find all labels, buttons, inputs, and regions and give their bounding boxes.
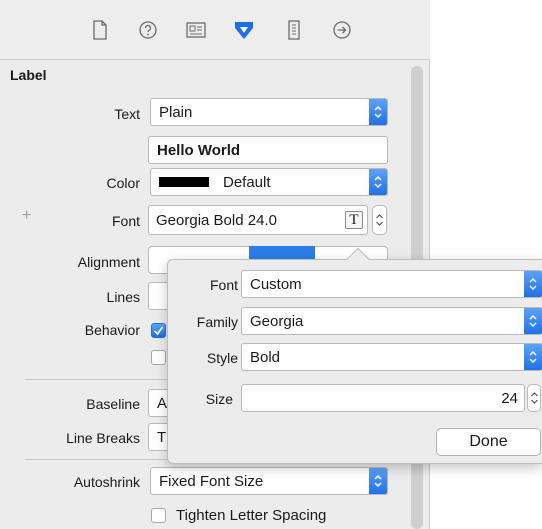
color-swatch: [159, 177, 209, 187]
connections-icon[interactable]: [330, 18, 354, 42]
autoshrink-value: Fixed Font Size: [159, 472, 264, 490]
popover-size-field[interactable]: 24: [241, 384, 525, 412]
attributes-icon[interactable]: [232, 18, 256, 42]
popup-chevron-icon: [369, 99, 387, 125]
popover-style-value: Bold: [250, 348, 281, 366]
alignment-label: Alignment: [77, 254, 140, 270]
baseline-label: Baseline: [86, 396, 140, 412]
tighten-letter-spacing-checkbox[interactable]: [151, 508, 166, 523]
font-value: Georgia Bold 24.0: [156, 211, 277, 229]
popover-style-label: Style: [206, 350, 238, 366]
done-button[interactable]: Done: [436, 428, 541, 456]
behavior-label: Behavior: [84, 322, 140, 338]
text-label: Text: [114, 106, 140, 122]
popover-size-stepper[interactable]: [527, 384, 541, 412]
text-content-field[interactable]: Hello World: [148, 136, 388, 164]
popover-family-value: Georgia: [250, 312, 304, 330]
popover-size-label: Size: [205, 391, 233, 407]
highlighted-checkbox[interactable]: [151, 350, 166, 365]
popup-chevron-icon: [369, 468, 387, 494]
popup-chevron-icon: [369, 169, 387, 195]
font-popover: Font Custom Family Georgia Style Bold Si…: [167, 259, 542, 464]
lines-label: Lines: [106, 289, 140, 305]
add-variation-button[interactable]: +: [22, 207, 31, 225]
font-picker-button[interactable]: T: [345, 211, 363, 229]
popover-font-label: Font: [209, 277, 238, 293]
size-icon[interactable]: [282, 18, 306, 42]
section-title: Label: [10, 67, 47, 83]
inspector-toolbar: [0, 0, 430, 60]
popup-chevron-icon: [524, 344, 542, 370]
font-size-stepper[interactable]: [372, 205, 387, 235]
popup-chevron-icon: [524, 308, 542, 334]
popup-chevron-icon: [524, 271, 542, 297]
popover-family-popup[interactable]: Georgia: [241, 307, 542, 335]
autoshrink-label: Autoshrink: [73, 474, 140, 490]
text-type-value: Plain: [159, 103, 193, 121]
line-breaks-label: Line Breaks: [66, 430, 140, 446]
popover-font-value: Custom: [250, 275, 302, 293]
help-icon[interactable]: [136, 18, 160, 42]
autoshrink-popup[interactable]: Fixed Font Size: [150, 467, 388, 495]
text-type-popup[interactable]: Plain: [150, 98, 388, 126]
color-popup[interactable]: Default: [150, 168, 388, 196]
tighten-letter-spacing-label: Tighten Letter Spacing: [176, 507, 327, 524]
color-value: Default: [223, 173, 271, 191]
color-label: Color: [106, 175, 140, 191]
popover-style-popup[interactable]: Bold: [241, 343, 542, 371]
popover-family-label: Family: [196, 314, 238, 330]
enabled-checkbox[interactable]: [151, 323, 166, 338]
identity-icon[interactable]: [184, 18, 208, 42]
font-label: Font: [111, 213, 140, 229]
font-field[interactable]: Georgia Bold 24.0 T: [148, 205, 368, 235]
file-icon[interactable]: [88, 18, 112, 42]
popover-font-popup[interactable]: Custom: [241, 270, 542, 298]
